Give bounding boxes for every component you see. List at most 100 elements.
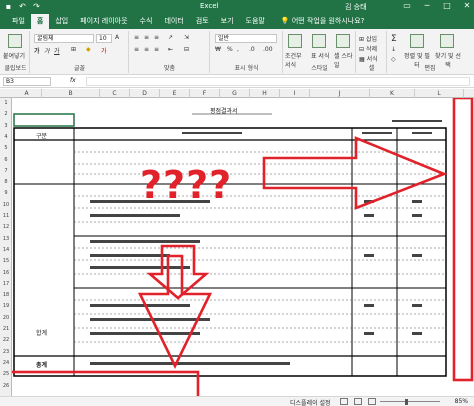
font-color-icon[interactable]: 가 [101,46,107,55]
row-header[interactable]: 10 [0,202,12,208]
sort-filter-icon[interactable] [410,34,424,48]
tab-7[interactable]: 보기 [215,14,240,29]
align-center-icon[interactable]: ≡ [144,46,149,53]
row-header[interactable]: 26 [0,383,12,389]
row-header[interactable]: 18 [0,292,12,298]
column-header[interactable]: H [250,89,280,98]
minimize-icon[interactable]: ─ [422,1,432,10]
column-header[interactable]: L [415,89,464,98]
formula-input[interactable] [86,77,470,86]
column-header[interactable]: D [130,89,160,98]
grow-font-icon[interactable]: A [115,34,119,41]
row-header[interactable]: 24 [0,360,12,366]
column-header[interactable]: A [12,89,42,98]
row-header[interactable]: 22 [0,337,12,343]
row-header[interactable]: 25 [0,371,12,377]
normal-view-icon[interactable] [340,398,348,405]
bold-icon[interactable]: 가 [34,46,40,55]
currency-icon[interactable]: ₩ [215,46,221,53]
tab-6[interactable]: 검토 [190,14,215,29]
maximize-icon[interactable]: □ [442,1,452,10]
row-header[interactable]: 7 [0,168,12,174]
orientation-icon[interactable]: ↗ [168,34,173,41]
conditional-format-icon[interactable] [288,34,302,48]
row-header[interactable]: 3 [0,123,12,129]
display-settings-label[interactable]: 디스플레이 설정 [290,398,331,406]
column-header[interactable]: J [310,89,370,98]
column-header[interactable]: F [190,89,220,98]
tell-me-search[interactable]: 💡 어떤 작업을 원하시나요? [271,14,371,29]
autosum-icon[interactable]: Σ [391,34,397,44]
delete-cells-button[interactable]: ⊟ 삭제 [359,44,377,53]
ribbon-options-icon[interactable]: ▭ [402,1,412,10]
row-header[interactable]: 5 [0,145,12,151]
format-table-icon[interactable] [312,34,326,48]
tab-2[interactable]: 삽입 [49,14,74,29]
comma-icon[interactable]: , [237,46,239,53]
clear-icon[interactable]: ◇ [391,56,396,63]
align-middle-icon[interactable]: ≡ [144,34,149,41]
align-left-icon[interactable]: ≡ [134,46,139,53]
column-header[interactable]: G [220,89,250,98]
find-select-icon[interactable] [440,34,454,48]
row-header[interactable]: 15 [0,258,12,264]
row-header[interactable]: 4 [0,134,12,140]
close-icon[interactable]: ✕ [462,1,472,10]
function-icon[interactable]: fx [70,77,76,84]
italic-icon[interactable]: 가 [44,46,50,55]
paste-button[interactable]: 붙여넣기 [3,51,25,60]
tab-5[interactable]: 데이터 [158,14,189,29]
column-header[interactable]: C [100,89,130,98]
row-header[interactable]: 17 [0,281,12,287]
row-header[interactable]: 1 [0,100,12,106]
border-icon[interactable]: ⊞ [71,46,76,53]
row-header[interactable]: 6 [0,157,12,163]
save-icon[interactable]: ▪ [4,2,13,11]
insert-cells-button[interactable]: ⊞ 삽입 [359,34,377,43]
page-layout-view-icon[interactable] [354,398,362,405]
column-header[interactable]: B [42,89,100,98]
tab-8[interactable]: 도움말 [240,14,271,29]
merge-center-icon[interactable]: ⊟ [184,46,189,53]
format-table-button[interactable]: 표 서식 [311,51,331,60]
fill-icon[interactable]: ↓ [391,46,396,53]
format-cells-button[interactable]: ▦ 서식 [359,54,378,63]
paste-icon[interactable] [8,34,22,48]
zoom-level[interactable]: 85% [455,398,468,405]
tab-3[interactable]: 페이지 레이아웃 [74,14,133,29]
undo-icon[interactable]: ↶ [18,2,27,11]
worksheet[interactable]: 평점결과서 구분 합계 총계 [12,98,474,396]
percent-icon[interactable]: % [227,46,233,53]
row-header[interactable]: 9 [0,190,12,196]
row-header[interactable]: 21 [0,326,12,332]
zoom-slider-knob[interactable] [405,399,408,405]
font-size-select[interactable]: 10 [96,34,112,43]
align-right-icon[interactable]: ≡ [154,46,159,53]
page-break-view-icon[interactable] [368,398,376,405]
underline-icon[interactable]: 가 [54,46,60,55]
tab-1[interactable]: 홈 [30,14,50,29]
row-header[interactable]: 19 [0,303,12,309]
align-top-icon[interactable]: ≡ [134,34,139,41]
number-format-select[interactable]: 일반 [215,34,277,43]
row-header[interactable]: 8 [0,179,12,185]
name-box[interactable]: B3 [3,77,51,86]
fill-color-icon[interactable]: ◆ [86,46,91,53]
row-header[interactable]: 20 [0,315,12,321]
row-header[interactable]: 11 [0,213,12,219]
wrap-text-icon[interactable]: ⇲ [184,34,189,41]
align-bottom-icon[interactable]: ≡ [154,34,159,41]
font-name-select[interactable]: 굴림체 [34,34,94,43]
tab-0[interactable]: 파일 [6,14,31,29]
user-name[interactable]: 김 승태 [345,2,367,12]
redo-icon[interactable]: ↷ [32,2,41,11]
row-header[interactable]: 12 [0,224,12,230]
zoom-slider[interactable] [380,401,440,402]
column-header[interactable]: I [280,89,310,98]
tab-4[interactable]: 수식 [134,14,159,29]
indent-icon[interactable]: ⇤ [168,46,173,53]
decrease-decimal-icon[interactable]: .00 [263,46,273,53]
row-header[interactable]: 23 [0,349,12,355]
column-header[interactable]: K [370,89,415,98]
row-header[interactable]: 14 [0,247,12,253]
